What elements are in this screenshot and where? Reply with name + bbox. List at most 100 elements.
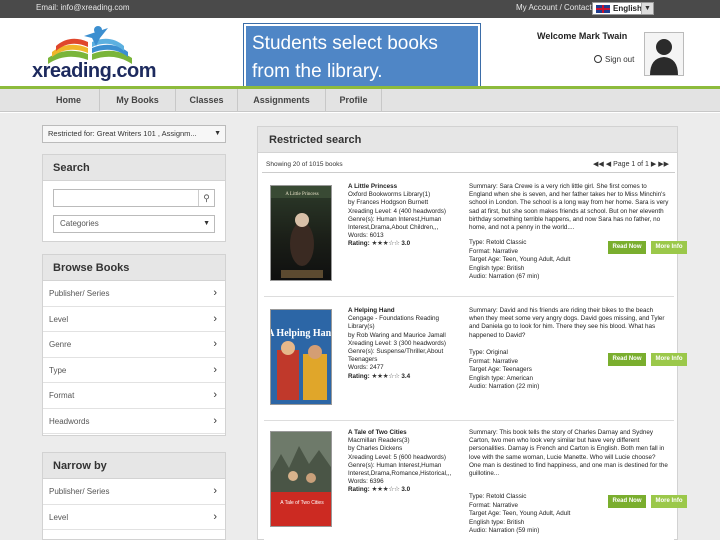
prev-page-icon[interactable]: ◀ [606, 161, 611, 168]
read-now-button[interactable]: Read Now [608, 241, 646, 254]
sign-out-link[interactable]: Sign out [594, 55, 634, 64]
book-target-age: Target Age: Teen, Young Adult, Adult [469, 510, 571, 517]
site-header: xreading.com Students select books from … [0, 18, 720, 91]
restriction-value: Restricted for: Great Writers 101 , Assi… [48, 129, 197, 138]
book-meta: Type: Retold Classic Format: Narrative T… [469, 493, 609, 536]
book-cover-art: A Tale of Two Cities [271, 432, 331, 526]
chevron-right-icon: › [213, 510, 217, 523]
book-row: A Tale of Two Cities A Tale of Two Citie… [264, 423, 687, 540]
book-cover[interactable]: A Little Princess [270, 185, 332, 281]
browse-item-type[interactable]: Type › [43, 357, 225, 383]
book-summary: Summary: This book tells the story of Ch… [469, 429, 668, 478]
language-select[interactable]: English ▼ [592, 2, 654, 15]
search-input[interactable]: ⚲ [53, 189, 215, 207]
book-level: Xreading Level: 3 (300 headwords) [348, 339, 447, 347]
restriction-dropdown[interactable]: Restricted for: Great Writers 101 , Assi… [42, 125, 226, 143]
browse-item-label: Type [49, 365, 67, 375]
language-label: English [613, 4, 642, 13]
nav-assignments[interactable]: Assignments [238, 89, 326, 112]
book-cover-art: A Little Princess [271, 186, 331, 278]
narrow-panel-title: Narrow by [43, 453, 225, 479]
book-audio: Audio: Narration (59 min) [469, 527, 540, 534]
book-cover[interactable]: A Tale of Two Cities [270, 431, 332, 527]
avatar[interactable] [644, 32, 684, 76]
browse-item-genre[interactable]: Genre › [43, 332, 225, 358]
browse-item-label: Format [49, 391, 75, 400]
next-page-icon[interactable]: ▶ [651, 161, 656, 168]
browse-item-format[interactable]: Format › [43, 383, 225, 409]
book-genre: Genre(s): Human Interest,Human [348, 461, 442, 469]
narrow-item-level[interactable]: Level › [43, 504, 225, 530]
search-panel: Search ⚲ Categories ▼ [42, 154, 226, 242]
browse-item-publisher-series[interactable]: Publisher/ Series › [43, 281, 225, 307]
rating-value: 3.0 [401, 240, 411, 248]
chevron-right-icon: › [213, 389, 217, 401]
chevron-right-icon: › [213, 485, 217, 497]
narrow-item-label: Publisher/ Series [49, 487, 110, 496]
more-info-button[interactable]: More Info [651, 241, 687, 254]
book-title[interactable]: A Helping Hand [348, 307, 466, 315]
browse-panel-title: Browse Books [43, 255, 225, 281]
book-type: Type: Retold Classic [469, 493, 527, 500]
welcome-message: Welcome Mark Twain [537, 31, 628, 41]
book-audio: Audio: Narration (22 min) [469, 383, 540, 390]
book-meta: Type: Original Format: Narrative Target … [469, 349, 609, 392]
logo-text: xreading.com [32, 60, 157, 82]
book-row: A Little Princess A Little Princess Oxfo… [264, 177, 687, 297]
nav-home[interactable]: Home [38, 89, 100, 112]
book-level: Xreading Level: 4 (400 headwords) [348, 207, 447, 215]
contact-email[interactable]: Email: info@xreading.com [36, 3, 130, 12]
read-now-button[interactable]: Read Now [608, 353, 646, 366]
read-now-button[interactable]: Read Now [608, 495, 646, 508]
book-cover[interactable]: A Helping Hand [270, 309, 332, 405]
search-icon[interactable]: ⚲ [198, 190, 214, 206]
categories-placeholder: Categories [60, 219, 99, 228]
nav-my-books[interactable]: My Books [100, 89, 176, 112]
more-info-button[interactable]: More Info [651, 495, 687, 508]
results-count: Showing 20 of 1015 books [266, 161, 343, 168]
browse-panel: Browse Books Publisher/ Series › Level › G… [42, 254, 226, 436]
pagination-bar: Showing 20 of 1015 books ◀◀ ◀ Page 1 of … [262, 157, 675, 173]
star-rating-icon: ★★★☆☆ [371, 240, 400, 248]
nav-classes[interactable]: Classes [176, 89, 238, 112]
top-bar: Email: info@xreading.com My Account / Co… [0, 0, 720, 18]
first-page-icon[interactable]: ◀◀ [593, 161, 604, 168]
book-genre-cont: Teenagers [348, 356, 378, 364]
annotation-callout: Students select books from the library. [243, 23, 481, 91]
browse-item-level[interactable]: Level › [43, 306, 225, 332]
account-links[interactable]: My Account / Contact / [516, 3, 596, 12]
chevron-right-icon: › [213, 338, 217, 350]
browse-item-label: Level [49, 314, 69, 324]
book-rating: Rating: ★★★☆☆ 3.0 [348, 240, 466, 248]
rating-label: Rating: [348, 372, 370, 380]
book-audio: Audio: Narration (67 min) [469, 273, 540, 280]
results-panel: Restricted search Showing 20 of 1015 boo… [257, 126, 687, 540]
book-english-type: English type: British [469, 264, 525, 272]
nav-profile[interactable]: Profile [326, 89, 382, 112]
last-page-icon[interactable]: ▶▶ [658, 161, 669, 168]
chevron-right-icon: › [213, 414, 217, 427]
rating-label: Rating: [348, 486, 370, 494]
book-series: Macmillan Readers(3) [348, 437, 410, 445]
uk-flag-icon [596, 5, 610, 13]
book-title[interactable]: A Little Princess [348, 183, 466, 191]
categories-select[interactable]: Categories ▼ [53, 215, 215, 233]
more-info-button[interactable]: More Info [651, 353, 687, 366]
open-book-logo-icon [48, 26, 132, 64]
book-english-type: English type: British [469, 518, 525, 526]
book-level: Xreading Level: 5 (600 headwords) [348, 453, 447, 461]
sign-out-label: Sign out [605, 55, 635, 64]
narrow-item-publisher-series[interactable]: Publisher/ Series › [43, 479, 225, 505]
book-title[interactable]: A Tale of Two Cities [348, 429, 466, 437]
book-words: Words: 6013 [348, 232, 384, 240]
book-series: Cengage - Foundations Reading Library(s) [348, 315, 440, 331]
browse-item-label: Publisher/ Series [49, 289, 110, 298]
book-author: by Charles Dickens [348, 445, 403, 453]
site-logo[interactable]: xreading.com [32, 24, 157, 82]
chevron-down-icon: ▼ [214, 130, 221, 137]
book-format: Format: Narrative [469, 501, 518, 509]
browse-item-label: Headwords [49, 416, 90, 426]
browse-item-headwords[interactable]: Headwords › [43, 408, 225, 434]
book-row: A Helping Hand A Helping Hand Cengage - … [264, 301, 687, 421]
book-words: Words: 6396 [348, 478, 384, 486]
